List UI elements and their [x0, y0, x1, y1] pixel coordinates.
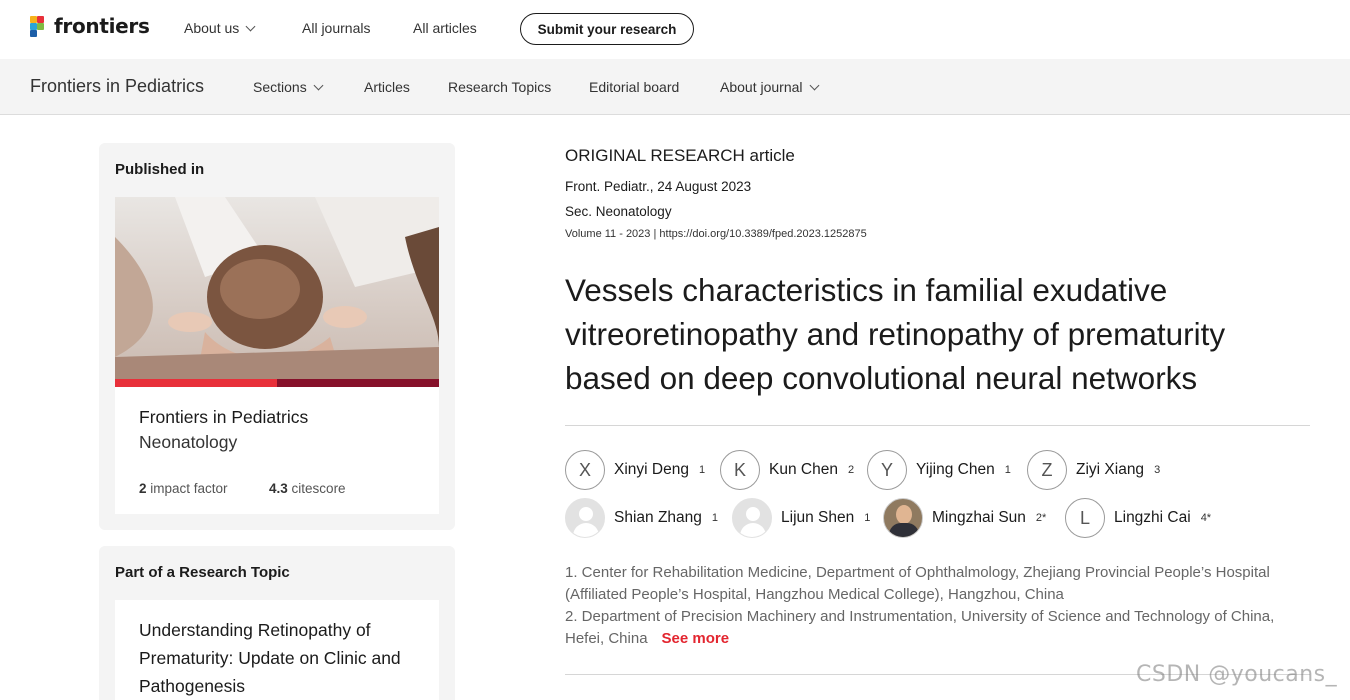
citescore-value: 4.3	[269, 481, 288, 496]
author-name: Ziyi Xiang	[1076, 461, 1145, 478]
author-item[interactable]: Shian Zhang 1	[565, 498, 718, 538]
chevron-down-icon	[245, 21, 256, 31]
research-topic-title[interactable]: Understanding Retinopathy of Prematurity…	[139, 616, 419, 700]
affiliations: 1. Center for Rehabilitation Medicine, D…	[565, 562, 1305, 650]
impact-factor-value: 2	[139, 481, 147, 496]
about-us-menu[interactable]: About us	[184, 20, 256, 36]
author-name: Xinyi Deng	[614, 461, 689, 478]
author-item[interactable]: Lijun Shen 1	[732, 498, 870, 538]
author-initial-avatar: K	[720, 450, 760, 490]
frontiers-logo-text: frontiers	[54, 14, 150, 38]
author-initial-avatar: X	[565, 450, 605, 490]
newborn-photo	[115, 197, 439, 387]
author-affiliation: 3	[1154, 464, 1161, 476]
see-more-link[interactable]: See more	[662, 630, 730, 647]
title-divider	[565, 425, 1310, 426]
article-journal-date: Front. Pediatr., 24 August 2023	[565, 179, 752, 194]
submit-research-button[interactable]: Submit your research	[520, 13, 694, 45]
research-topic-heading: Part of a Research Topic	[115, 564, 290, 581]
author-name: Yijing Chen	[916, 461, 995, 478]
published-in-heading: Published in	[115, 161, 205, 178]
author-initial-avatar: Z	[1027, 450, 1067, 490]
article-volume: Volume 11 - 2023	[565, 228, 651, 240]
cover-accent-bar-dark	[277, 379, 439, 387]
published-in-card: Published in Frontiers in Pediatrics Neo…	[99, 143, 455, 530]
author-affiliation: 4*	[1200, 512, 1212, 524]
journal-section[interactable]: Neonatology	[139, 432, 237, 453]
author-name: Kun Chen	[769, 461, 838, 478]
sections-label: Sections	[253, 79, 307, 95]
frontiers-logo[interactable]: frontiers	[30, 14, 150, 38]
cover-accent-bar-red	[115, 379, 277, 387]
affiliation-1: 1. Center for Rehabilitation Medicine, D…	[565, 564, 1270, 603]
sections-menu[interactable]: Sections	[253, 79, 324, 95]
article-volume-doi: Volume 11 - 2023 | https://doi.org/10.33…	[565, 228, 867, 240]
global-navbar: frontiers About us All journals All arti…	[0, 0, 1350, 58]
all-journals-label: All journals	[302, 20, 371, 36]
author-affiliation: 1	[698, 464, 706, 476]
editorial-board-label: Editorial board	[589, 79, 680, 95]
author-item[interactable]: Z Ziyi Xiang 3	[1027, 450, 1160, 490]
author-photo-avatar	[883, 498, 923, 538]
author-initial-avatar: Y	[867, 450, 907, 490]
author-affiliation: 1	[1004, 464, 1011, 476]
about-us-label: About us	[184, 20, 240, 36]
about-journal-label: About journal	[720, 79, 803, 95]
author-name: Lingzhi Cai	[1114, 509, 1191, 526]
author-affiliation: 2	[847, 464, 855, 476]
all-articles-link[interactable]: All articles	[413, 20, 477, 36]
editorial-board-link[interactable]: Editorial board	[589, 79, 679, 95]
affiliation-2-row: 2. Department of Precision Machinery and…	[565, 606, 1305, 650]
chevron-down-icon	[313, 80, 324, 90]
impact-factor-label: impact factor	[150, 481, 228, 496]
csdn-watermark: CSDN @youcans_	[1136, 662, 1338, 687]
user-placeholder-icon	[732, 498, 772, 538]
author-item[interactable]: X Xinyi Deng 1	[565, 450, 705, 490]
journal-info-panel: Frontiers in Pediatrics Neonatology 2 im…	[115, 387, 439, 514]
research-topics-label: Research Topics	[448, 79, 552, 95]
chevron-down-icon	[809, 80, 819, 90]
author-name: Lijun Shen	[781, 509, 855, 526]
author-name: Mingzhai Sun	[932, 509, 1026, 526]
author-name: Shian Zhang	[614, 509, 702, 526]
author-item[interactable]: Y Yijing Chen 1	[867, 450, 1011, 490]
articles-link[interactable]: Articles	[364, 79, 410, 95]
author-affiliation: 2*	[1035, 512, 1047, 524]
author-item[interactable]: L Lingzhi Cai 4*	[1065, 498, 1211, 538]
author-item[interactable]: K Kun Chen 2	[720, 450, 854, 490]
article-section: Sec. Neonatology	[565, 204, 672, 219]
citescore: 4.3 citescore	[269, 481, 346, 496]
journal-name[interactable]: Frontiers in Pediatrics	[139, 407, 308, 428]
citescore-label: citescore	[291, 481, 346, 496]
article-title: Vessels characteristics in familial exud…	[565, 272, 1226, 396]
author-item[interactable]: Mingzhai Sun 2*	[883, 498, 1046, 538]
author-initial-avatar: L	[1065, 498, 1105, 538]
impact-factor: 2 impact factor	[139, 481, 228, 496]
frontiers-logo-icon	[30, 14, 50, 38]
about-journal-menu[interactable]: About journal	[720, 79, 819, 95]
journal-title[interactable]: Frontiers in Pediatrics	[30, 76, 204, 97]
research-topics-link[interactable]: Research Topics	[448, 79, 551, 95]
all-articles-label: All articles	[413, 20, 477, 36]
all-journals-link[interactable]: All journals	[302, 20, 370, 36]
research-topic-panel: Understanding Retinopathy of Prematurity…	[115, 600, 439, 700]
article-type: ORIGINAL RESEARCH article	[565, 146, 795, 165]
author-affiliation: 1	[864, 512, 871, 524]
user-placeholder-icon	[565, 498, 605, 538]
author-affiliation: 1	[711, 512, 719, 524]
journal-navbar: Frontiers in Pediatrics Sections Article…	[0, 59, 1350, 115]
research-topic-card: Part of a Research Topic Understanding R…	[99, 546, 455, 700]
article-doi-link[interactable]: https://doi.org/10.3389/fped.2023.125287…	[659, 228, 866, 240]
articles-label: Articles	[364, 79, 410, 95]
journal-cover-image[interactable]	[115, 197, 439, 387]
